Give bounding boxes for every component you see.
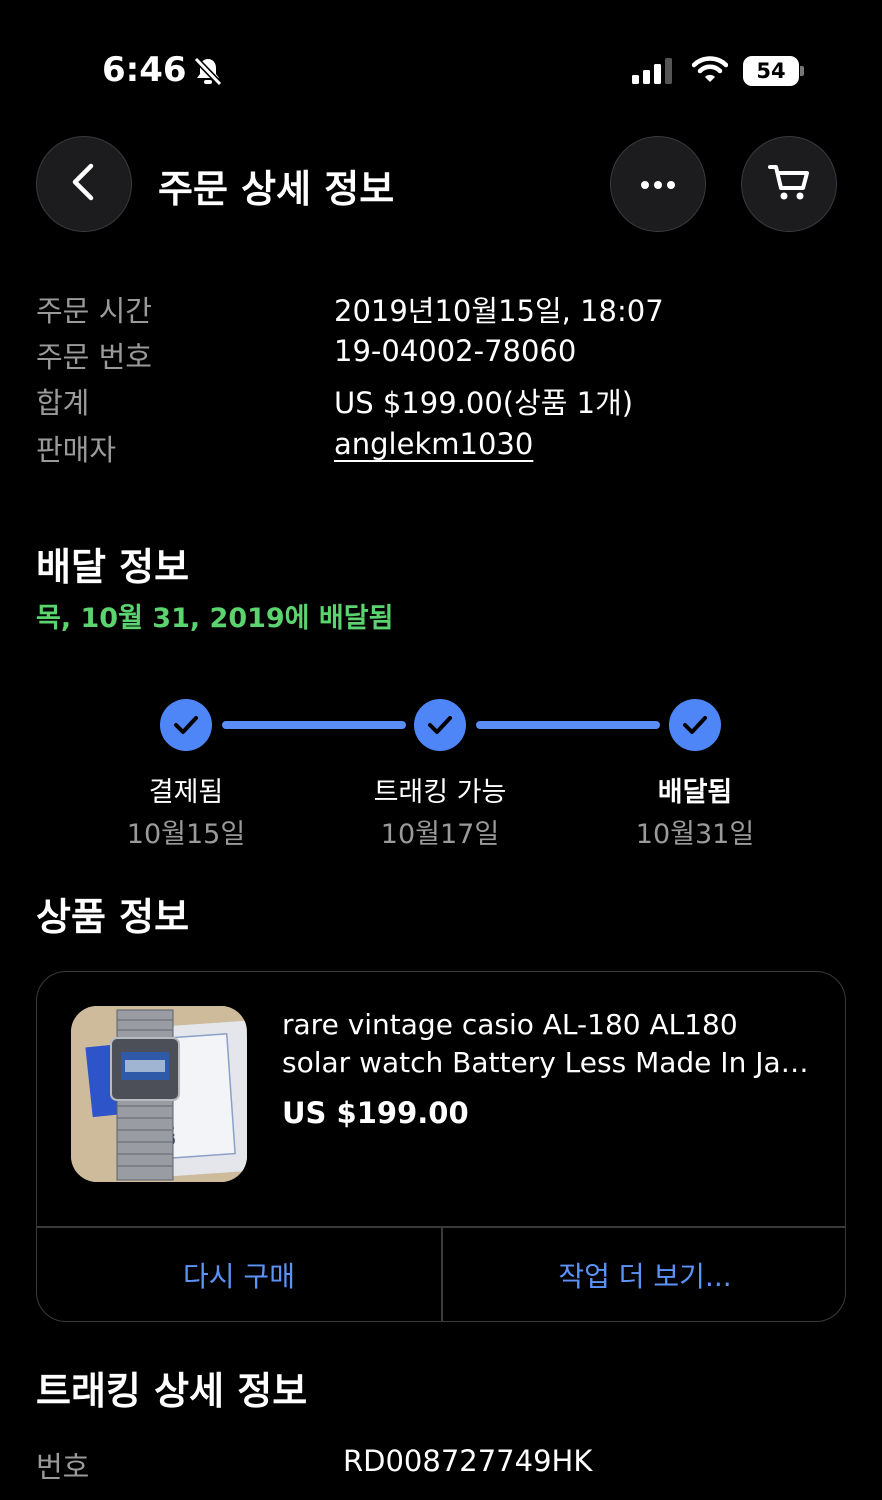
step-tracking-check-icon (414, 699, 466, 751)
step-delivered-label: 배달됨 (657, 777, 733, 808)
order-total-value: US $199.00(상품 1개) (334, 386, 634, 420)
order-time-label: 주문 시간 (36, 294, 152, 328)
cellular-signal-icon (632, 58, 676, 84)
step-delivered-date: 10월31일 (635, 819, 755, 850)
page-title: 주문 상세 정보 (158, 167, 395, 211)
chevron-left-icon (69, 162, 99, 206)
bell-slash-icon (192, 56, 224, 87)
item-section-title: 상품 정보 (36, 895, 190, 939)
order-total-label: 합계 (36, 386, 90, 420)
delivery-status-text: 목, 10월 31, 2019에 배달됨 (36, 603, 394, 634)
tracker-connector (222, 721, 406, 729)
order-time-row: 주문 시간 2019년10월15일, 18:07 (36, 288, 846, 334)
back-button[interactable] (36, 136, 132, 232)
step-paid-label: 결제됨 (148, 777, 224, 808)
order-number-label: 주문 번호 (36, 340, 152, 374)
order-number-value: 19-04002-78060 (334, 334, 577, 368)
tracking-section-title: 트래킹 상세 정보 (36, 1369, 308, 1413)
item-image[interactable]: CASIO (71, 1006, 247, 1182)
item-title-line1: rare vintage casio AL-180 AL180 (282, 1008, 738, 1041)
more-options-button[interactable] (610, 136, 706, 232)
cart-icon (767, 162, 811, 206)
seller-label: 판매자 (36, 433, 117, 467)
item-title-line2: solar watch Battery Less Made In Japan (282, 1046, 822, 1079)
battery-level: 54 (743, 56, 799, 86)
delivery-section-title: 배달 정보 (36, 545, 190, 589)
buy-again-button[interactable]: 다시 구매 (37, 1228, 441, 1321)
seller-row: 판매자 anglekm1030 (36, 427, 846, 473)
tracking-number-label: 번호 (36, 1450, 90, 1484)
wifi-icon (691, 56, 729, 84)
tracking-number-row: 번호 RD008727749HK (36, 1444, 846, 1488)
step-paid-date: 10월15일 (126, 819, 246, 850)
order-time-value: 2019년10월15일, 18:07 (334, 294, 664, 328)
step-delivered-check-icon (669, 699, 721, 751)
battery-icon: 54 (743, 56, 805, 86)
seller-link[interactable]: anglekm1030 (334, 427, 533, 461)
step-paid-check-icon (160, 699, 212, 751)
cart-button[interactable] (741, 136, 837, 232)
tracking-number-value[interactable]: RD008727749HK (343, 1444, 592, 1478)
more-horizontal-icon (640, 175, 676, 194)
item-price: US $199.00 (282, 1096, 469, 1130)
status-time: 6:46 (102, 50, 187, 90)
status-bar: 6:46 54 (0, 0, 882, 130)
item-card: CASIO rare vintage casio AL-180 AL180 so… (36, 971, 846, 1322)
step-tracking-label: 트래킹 가능 (373, 777, 507, 808)
order-total-row: 합계 US $199.00(상품 1개) (36, 380, 846, 426)
step-tracking-date: 10월17일 (380, 819, 500, 850)
more-actions-button[interactable]: 작업 더 보기... (443, 1228, 845, 1321)
tracker-connector (476, 721, 660, 729)
order-number-row: 주문 번호 19-04002-78060 (36, 334, 846, 380)
item-title[interactable]: rare vintage casio AL-180 AL180 solar wa… (282, 1006, 822, 1082)
